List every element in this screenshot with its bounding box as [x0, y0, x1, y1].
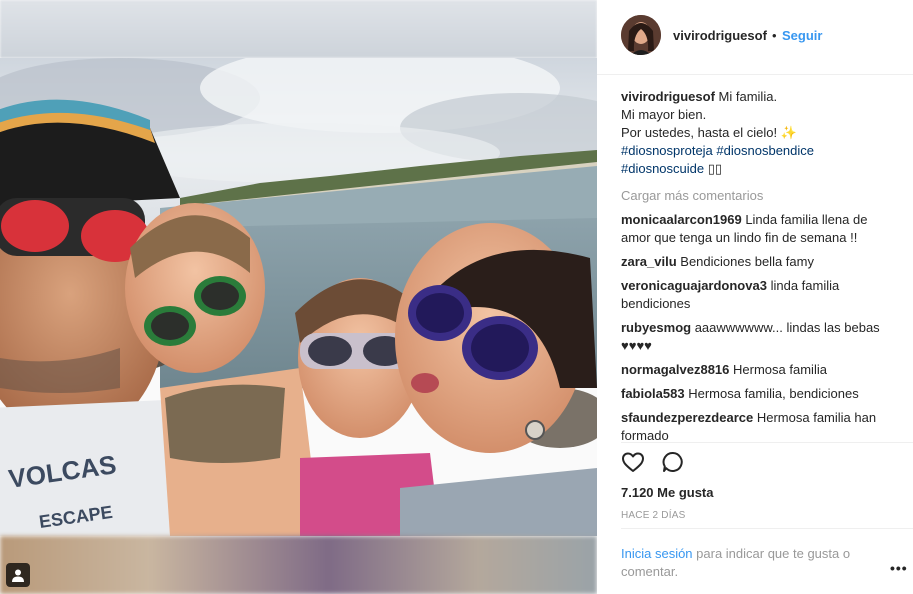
divider: [621, 442, 913, 443]
header-separator: •: [772, 28, 777, 43]
caption-line-1: Mi familia.: [718, 89, 778, 104]
photo-area: VOLCAS ESCAPE: [0, 0, 597, 594]
photo-blurred-bottom: [0, 536, 597, 594]
comment-item: fabiola583 Hermosa familia, bendiciones: [621, 385, 891, 403]
photo-blurred-top: [0, 0, 597, 58]
hashtag-link[interactable]: #diosnosproteja: [621, 143, 713, 158]
comment-item: zara_vilu Bendiciones bella famy: [621, 253, 891, 271]
post-photo[interactable]: VOLCAS ESCAPE: [0, 58, 597, 536]
comment-item: monicaalarcon1969 Linda familia llena de…: [621, 211, 891, 247]
caption-emoji: ▯▯: [704, 161, 723, 176]
login-link[interactable]: Inicia sesión: [621, 546, 693, 561]
caption-line-2: Mi mayor bien.: [621, 107, 707, 122]
comment-username[interactable]: veronicaguajardonova3: [621, 278, 767, 293]
caption: vivirodriguesof Mi familia. Mi mayor bie…: [621, 88, 891, 178]
login-prompt: Inicia sesión para indicar que te gusta …: [621, 545, 881, 581]
load-more-comments-link[interactable]: Cargar más comentarios: [621, 187, 891, 205]
likes-count[interactable]: 7.120 Me gusta: [621, 485, 714, 500]
family-selfie-image: VOLCAS ESCAPE: [0, 58, 597, 536]
post-side-panel: vivirodriguesof • Seguir vivirodriguesof…: [597, 0, 913, 594]
comment-username[interactable]: normagalvez8816: [621, 362, 729, 377]
comment-text: Hermosa familia, bendiciones: [688, 386, 859, 401]
post-header: vivirodriguesof • Seguir: [597, 0, 913, 75]
avatar[interactable]: [621, 15, 661, 55]
hashtag-link[interactable]: #diosnosbendice: [716, 143, 814, 158]
comment-username[interactable]: zara_vilu: [621, 254, 677, 269]
comment-username[interactable]: sfaundezperezdearce: [621, 410, 753, 425]
comment-bubble-icon[interactable]: [661, 450, 687, 476]
post-author-username[interactable]: vivirodriguesof: [673, 28, 767, 43]
comment-item: sfaundezperezdearce Hermosa familia han …: [621, 409, 891, 442]
post-date: HACE 2 DÍAS: [621, 510, 686, 521]
caption-username[interactable]: vivirodriguesof: [621, 89, 715, 104]
comment-item: normagalvez8816 Hermosa familia: [621, 361, 891, 379]
comment-username[interactable]: fabiola583: [621, 386, 685, 401]
comment-text: Bendiciones bella famy: [680, 254, 814, 269]
user-tag-icon[interactable]: [6, 563, 30, 587]
comments-section: vivirodriguesof Mi familia. Mi mayor bie…: [621, 88, 891, 442]
post-actions: [621, 450, 741, 476]
comment-item: veronicaguajardonova3 linda familia bend…: [621, 277, 891, 313]
caption-line-3: Por ustedes, hasta el cielo! ✨: [621, 125, 797, 140]
more-options-icon[interactable]: •••: [890, 560, 908, 576]
hashtag-link[interactable]: #diosnoscuide: [621, 161, 704, 176]
comment-text: Hermosa familia: [733, 362, 827, 377]
comment-username[interactable]: rubyesmog: [621, 320, 691, 335]
divider: [621, 528, 913, 529]
heart-icon[interactable]: [621, 450, 647, 476]
comment-username[interactable]: monicaalarcon1969: [621, 212, 742, 227]
comment-item: rubyesmog aaawwwwww... lindas las bebas …: [621, 319, 891, 355]
follow-button[interactable]: Seguir: [782, 28, 822, 43]
